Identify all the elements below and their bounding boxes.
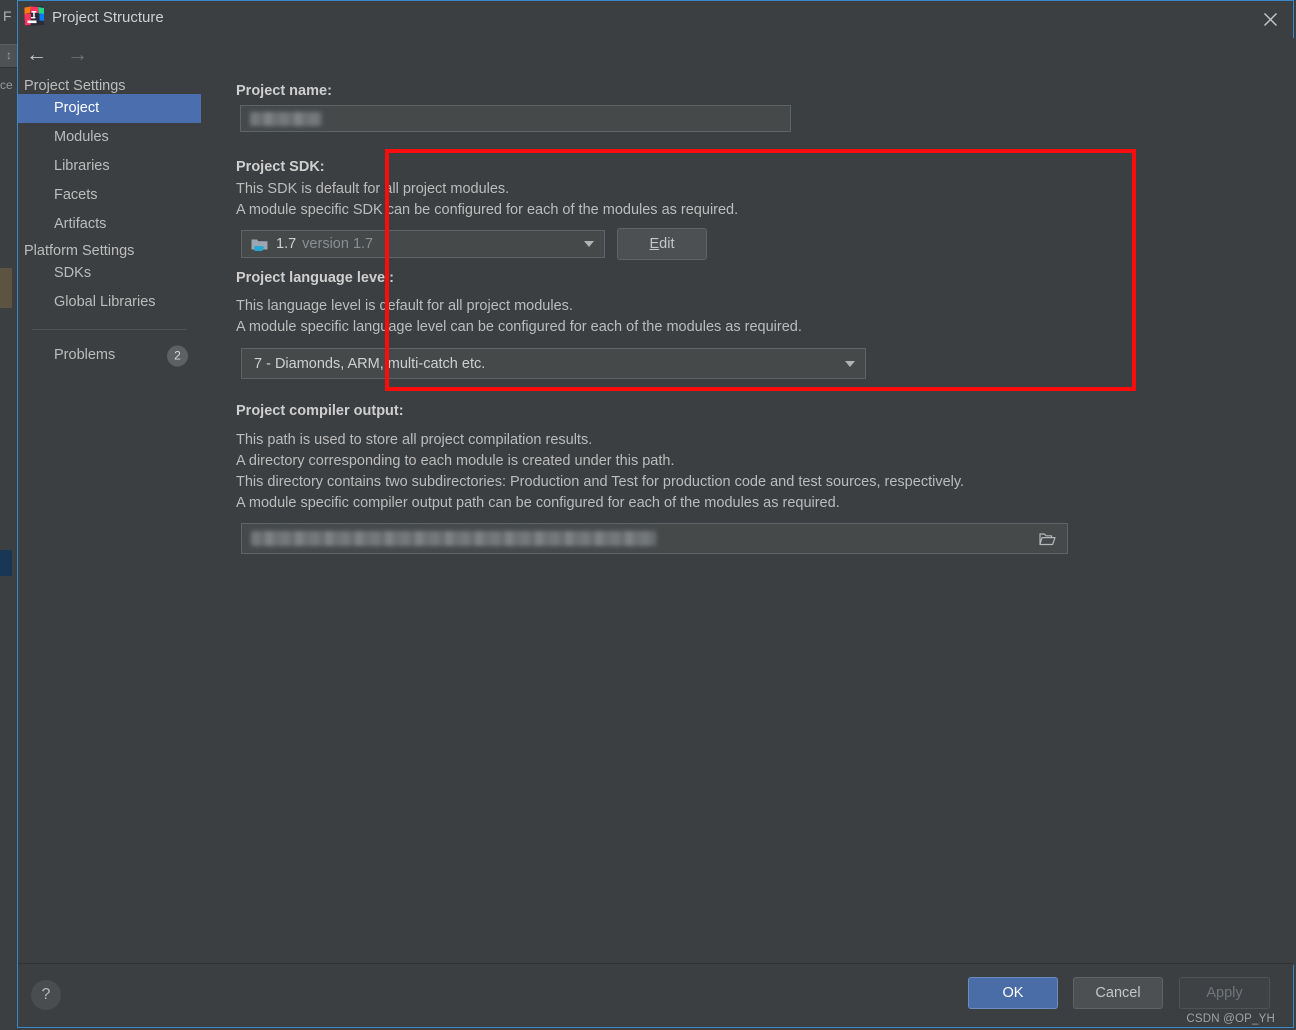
editor-tab-label: ce xyxy=(0,78,13,92)
project-sdk-description-line-2: A module specific SDK can be configured … xyxy=(236,202,739,218)
dialog-body: ← → Project Settings Project Modules Lib… xyxy=(18,38,1295,965)
edit-sdk-button[interactable]: Edit xyxy=(617,228,707,260)
sidebar-divider xyxy=(32,329,187,330)
sidebar-item-label: Libraries xyxy=(54,158,110,174)
sidebar-item-modules[interactable]: Modules xyxy=(18,123,201,152)
chevron-down-icon xyxy=(845,360,855,367)
gutter-marker-tan xyxy=(0,268,12,308)
compiler-output-description-line-3: This directory contains two subdirectori… xyxy=(236,474,965,490)
language-level-description-line-1: This language level is default for all p… xyxy=(236,298,573,314)
close-icon[interactable] xyxy=(1247,1,1293,38)
sidebar-item-label: Modules xyxy=(54,129,109,145)
sidebar-item-problems[interactable]: Problems 2 xyxy=(18,341,201,370)
apply-button[interactable]: Apply xyxy=(1179,977,1270,1009)
project-sdk-version-text: version 1.7 xyxy=(302,236,374,252)
project-language-level-dropdown[interactable]: 7 - Diamonds, ARM, multi-catch etc. xyxy=(241,348,866,379)
sidebar-group-platform-settings: Platform Settings xyxy=(24,243,135,259)
project-name-input[interactable] xyxy=(240,105,791,132)
project-language-level-value: 7 - Diamonds, ARM, multi-catch etc. xyxy=(254,355,486,372)
sidebar-item-artifacts[interactable]: Artifacts xyxy=(18,210,201,239)
project-language-level-label: Project language level: xyxy=(236,270,394,286)
sidebar-item-label: Facets xyxy=(54,187,98,203)
navigation-arrows: ← → xyxy=(26,43,88,67)
intellij-idea-logo-icon xyxy=(23,5,45,27)
project-settings-panel: Project name: Project SDK: This SDK is d… xyxy=(201,38,1295,965)
cancel-button[interactable]: Cancel xyxy=(1073,977,1163,1009)
arrow-left-icon[interactable]: ← xyxy=(26,43,47,67)
compiler-output-description-line-2: A directory corresponding to each module… xyxy=(236,453,675,469)
project-compiler-output-label: Project compiler output: xyxy=(236,403,404,419)
watermark-text: CSDN @OP_YH xyxy=(1186,1013,1275,1025)
menu-bar-file-letter: F xyxy=(3,8,12,24)
sidebar-item-label: Artifacts xyxy=(54,216,107,232)
compiler-output-path-input[interactable] xyxy=(241,523,1068,554)
gutter-marker-blue xyxy=(0,550,12,576)
project-sdk-value: 1.7 xyxy=(276,236,297,252)
sidebar-item-libraries[interactable]: Libraries xyxy=(18,152,201,181)
project-sdk-label: Project SDK: xyxy=(236,159,325,175)
folder-open-icon[interactable] xyxy=(1039,532,1056,546)
chevron-down-icon xyxy=(584,241,594,247)
project-sdk-description-line-1: This SDK is default for all project modu… xyxy=(236,181,510,197)
dialog-footer: ? OK Cancel Apply CSDN @OP_YH xyxy=(18,963,1293,1027)
project-structure-dialog: Project Structure ← → Project Settings P… xyxy=(17,0,1295,1028)
dialog-titlebar: Project Structure xyxy=(18,1,1293,39)
sidebar-item-project[interactable]: Project xyxy=(18,94,201,123)
project-sdk-dropdown[interactable]: 1.7 version 1.7 xyxy=(241,230,605,258)
sidebar-item-sdks[interactable]: SDKs xyxy=(18,259,201,288)
redacted-compiler-output-path xyxy=(251,531,656,546)
project-name-label: Project name: xyxy=(236,83,332,99)
language-level-description-line-2: A module specific language level can be … xyxy=(236,319,802,335)
edit-button-label-rest: dit xyxy=(659,236,675,252)
sidebar-item-label: Project xyxy=(54,100,100,116)
problems-count-badge: 2 xyxy=(167,345,188,366)
sidebar-item-label: SDKs xyxy=(54,265,92,281)
dialog-title: Project Structure xyxy=(52,9,164,26)
redacted-project-name-value xyxy=(250,112,322,126)
sidebar-item-facets[interactable]: Facets xyxy=(18,181,201,210)
edit-button-mnemonic: E xyxy=(649,236,660,252)
arrow-right-icon[interactable]: → xyxy=(67,43,88,67)
java-sdk-folder-icon xyxy=(251,237,268,252)
sidebar-item-label: Global Libraries xyxy=(54,294,156,310)
sidebar-item-global-libraries[interactable]: Global Libraries xyxy=(18,288,201,317)
sidebar-group-project-settings: Project Settings xyxy=(24,78,126,94)
help-button[interactable]: ? xyxy=(31,980,61,1010)
settings-sidebar: ← → Project Settings Project Modules Lib… xyxy=(18,38,202,965)
updown-spinner-icon: ↕ xyxy=(6,48,12,62)
compiler-output-description-line-1: This path is used to store all project c… xyxy=(236,432,593,448)
ok-button[interactable]: OK xyxy=(968,977,1058,1009)
sidebar-item-label: Problems xyxy=(54,347,116,363)
compiler-output-description-line-4: A module specific compiler output path c… xyxy=(236,495,840,511)
